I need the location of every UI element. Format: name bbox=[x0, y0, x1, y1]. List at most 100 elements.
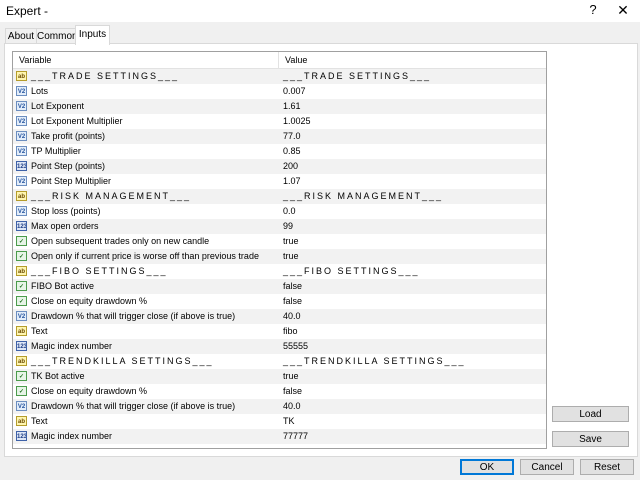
input-row[interactable]: V2 Drawdown % that will trigger close (if… bbox=[13, 309, 546, 324]
double-type-icon: V2 bbox=[16, 311, 27, 321]
ok-button[interactable]: OK bbox=[460, 459, 514, 475]
tab-common[interactable]: Common bbox=[36, 28, 78, 44]
inputs-grid: Variable Value ab ___TRADE SETTINGS___ ___… bbox=[12, 51, 547, 449]
variable-value[interactable]: false bbox=[283, 279, 302, 294]
integer-type-icon: 123 bbox=[16, 341, 27, 351]
input-row[interactable]: ab ___RISK MANAGEMENT___ ___RISK MANAGEMEN… bbox=[13, 189, 546, 204]
variable-value[interactable]: ___TRENDKILLA SETTINGS___ bbox=[283, 354, 466, 369]
integer-type-icon: 123 bbox=[16, 161, 27, 171]
input-row[interactable]: V2 TP Multiplier 0.85 bbox=[13, 144, 546, 159]
variable-value[interactable]: TK bbox=[283, 414, 295, 429]
input-row[interactable]: ab ___TRENDKILLA SETTINGS___ ___TRENDKILLA… bbox=[13, 354, 546, 369]
variable-name: Point Step Multiplier bbox=[31, 176, 112, 186]
variable-value[interactable]: 0.007 bbox=[283, 84, 306, 99]
variable-value[interactable]: 99 bbox=[283, 219, 293, 234]
input-row[interactable]: 123 Magic index number 77777 bbox=[13, 429, 546, 444]
column-divider[interactable] bbox=[278, 52, 279, 68]
variable-name: Text bbox=[31, 326, 48, 336]
save-button[interactable]: Save bbox=[552, 431, 629, 447]
variable-name: ___TRADE SETTINGS___ bbox=[31, 71, 180, 81]
variable-name: Lot Exponent bbox=[31, 101, 85, 111]
variable-value[interactable]: 0.0 bbox=[283, 204, 296, 219]
variable-value[interactable]: 77777 bbox=[283, 429, 308, 444]
input-row[interactable]: ab ___FIBO SETTINGS___ ___FIBO SETTINGS___ bbox=[13, 264, 546, 279]
variable-value[interactable]: 77.0 bbox=[283, 129, 301, 144]
double-type-icon: V2 bbox=[16, 176, 27, 186]
input-row[interactable]: 123 Magic index number 55555 bbox=[13, 339, 546, 354]
reset-button[interactable]: Reset bbox=[580, 459, 634, 475]
grid-rows: ab ___TRADE SETTINGS___ ___TRADE SETTINGS_… bbox=[13, 69, 546, 444]
grid-header: Variable Value bbox=[13, 52, 546, 69]
variable-value[interactable]: false bbox=[283, 384, 302, 399]
variable-name: Close on equity drawdown % bbox=[31, 296, 148, 306]
variable-value[interactable]: 0.85 bbox=[283, 144, 301, 159]
input-row[interactable]: ✓ Close on equity drawdown % false bbox=[13, 294, 546, 309]
input-row[interactable]: V2 Drawdown % that will trigger close (if… bbox=[13, 399, 546, 414]
variable-value[interactable]: 40.0 bbox=[283, 399, 301, 414]
column-header-variable[interactable]: Variable bbox=[19, 55, 51, 65]
variable-value[interactable]: 1.61 bbox=[283, 99, 301, 114]
double-type-icon: V2 bbox=[16, 401, 27, 411]
variable-name: Lots bbox=[31, 86, 49, 96]
input-row[interactable]: 123 Point Step (points) 200 bbox=[13, 159, 546, 174]
column-header-value[interactable]: Value bbox=[285, 55, 307, 65]
input-row[interactable]: ✓ TK Bot active true bbox=[13, 369, 546, 384]
input-row[interactable]: V2 Lot Exponent 1.61 bbox=[13, 99, 546, 114]
tab-about[interactable]: About bbox=[5, 28, 37, 44]
double-type-icon: V2 bbox=[16, 86, 27, 96]
load-button[interactable]: Load bbox=[552, 406, 629, 422]
string-type-icon: ab bbox=[16, 416, 27, 426]
input-row[interactable]: ab Text TK bbox=[13, 414, 546, 429]
bool-type-icon: ✓ bbox=[16, 296, 27, 306]
variable-value[interactable]: true bbox=[283, 249, 299, 264]
input-row[interactable]: ab Text fibo bbox=[13, 324, 546, 339]
input-row[interactable]: V2 Take profit (points) 77.0 bbox=[13, 129, 546, 144]
variable-name: Drawdown % that will trigger close (if a… bbox=[31, 401, 236, 411]
double-type-icon: V2 bbox=[16, 101, 27, 111]
variable-name: FIBO Bot active bbox=[31, 281, 95, 291]
string-type-icon: ab bbox=[16, 191, 27, 201]
variable-value[interactable]: ___FIBO SETTINGS___ bbox=[283, 264, 420, 279]
variable-name: Text bbox=[31, 416, 48, 426]
variable-name: Drawdown % that will trigger close (if a… bbox=[31, 311, 236, 321]
variable-value[interactable]: 1.07 bbox=[283, 174, 301, 189]
variable-value[interactable]: ___TRADE SETTINGS___ bbox=[283, 69, 431, 84]
input-row[interactable]: 123 Max open orders 99 bbox=[13, 219, 546, 234]
input-row[interactable]: V2 Point Step Multiplier 1.07 bbox=[13, 174, 546, 189]
help-button[interactable]: ? bbox=[584, 2, 602, 20]
variable-value[interactable]: ___RISK MANAGEMENT___ bbox=[283, 189, 443, 204]
bool-type-icon: ✓ bbox=[16, 386, 27, 396]
input-row[interactable]: V2 Lot Exponent Multiplier 1.0025 bbox=[13, 114, 546, 129]
input-row[interactable]: ab ___TRADE SETTINGS___ ___TRADE SETTINGS_… bbox=[13, 69, 546, 84]
close-button[interactable]: ✕ bbox=[614, 2, 632, 20]
tab-inputs[interactable]: Inputs bbox=[75, 25, 110, 45]
variable-value[interactable]: false bbox=[283, 294, 302, 309]
bool-type-icon: ✓ bbox=[16, 236, 27, 246]
variable-name: Lot Exponent Multiplier bbox=[31, 116, 123, 126]
variable-name: Open subsequent trades only on new candl… bbox=[31, 236, 210, 246]
string-type-icon: ab bbox=[16, 266, 27, 276]
input-row[interactable]: V2 Lots 0.007 bbox=[13, 84, 546, 99]
input-row[interactable]: ✓ FIBO Bot active false bbox=[13, 279, 546, 294]
input-row[interactable]: ✓ Open subsequent trades only on new cand… bbox=[13, 234, 546, 249]
variable-name: ___RISK MANAGEMENT___ bbox=[31, 191, 192, 201]
variable-name: TK Bot active bbox=[31, 371, 85, 381]
string-type-icon: ab bbox=[16, 326, 27, 336]
input-row[interactable]: ✓ Close on equity drawdown % false bbox=[13, 384, 546, 399]
integer-type-icon: 123 bbox=[16, 221, 27, 231]
variable-name: Magic index number bbox=[31, 341, 113, 351]
integer-type-icon: 123 bbox=[16, 431, 27, 441]
variable-name: Point Step (points) bbox=[31, 161, 106, 171]
variable-value[interactable]: fibo bbox=[283, 324, 298, 339]
variable-value[interactable]: 40.0 bbox=[283, 309, 301, 324]
input-row[interactable]: ✓ Open only if current price is worse off… bbox=[13, 249, 546, 264]
bool-type-icon: ✓ bbox=[16, 251, 27, 261]
variable-value[interactable]: 55555 bbox=[283, 339, 308, 354]
variable-value[interactable]: true bbox=[283, 369, 299, 384]
input-row[interactable]: V2 Stop loss (points) 0.0 bbox=[13, 204, 546, 219]
variable-value[interactable]: 1.0025 bbox=[283, 114, 311, 129]
double-type-icon: V2 bbox=[16, 206, 27, 216]
variable-value[interactable]: true bbox=[283, 234, 299, 249]
cancel-button[interactable]: Cancel bbox=[520, 459, 574, 475]
variable-value[interactable]: 200 bbox=[283, 159, 298, 174]
